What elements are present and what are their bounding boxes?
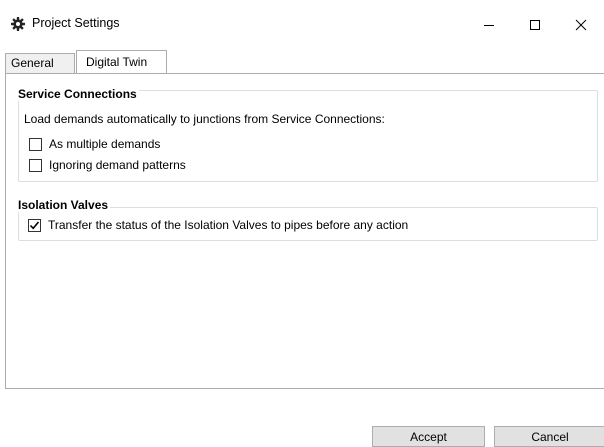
gear-icon [11,17,25,31]
window-title: Project Settings [32,16,120,30]
service-connections-header: Service Connections [16,87,139,101]
maximize-button[interactable] [512,10,558,40]
ignoring-demand-patterns-checkbox[interactable] [29,158,42,172]
transfer-status-checkbox[interactable] [28,218,41,232]
accept-button[interactable]: Accept [372,426,485,447]
as-multiple-demands-option[interactable]: As multiple demands [29,137,160,151]
maximize-icon [530,20,540,30]
checkmark-icon [29,220,40,229]
isolation-valves-header: Isolation Valves [16,198,111,212]
tab-digital-twin[interactable]: Digital Twin [76,50,167,74]
transfer-status-label: Transfer the status of the Isolation Val… [48,218,409,232]
as-multiple-demands-checkbox[interactable] [29,137,42,151]
close-button[interactable] [558,10,604,40]
tab-strip: General Digital Twin [0,50,604,74]
minimize-button[interactable] [466,10,512,40]
transfer-status-option[interactable]: Transfer the status of the Isolation Val… [28,218,408,232]
close-icon [575,19,587,31]
title-bar: Project Settings [0,0,604,47]
ignoring-demand-patterns-option[interactable]: Ignoring demand patterns [29,158,186,172]
minimize-icon [484,25,494,26]
tab-general[interactable]: General [5,53,75,74]
cancel-button[interactable]: Cancel [494,426,604,447]
ignoring-demand-patterns-label: Ignoring demand patterns [49,158,186,172]
as-multiple-demands-label: As multiple demands [49,137,161,151]
service-connections-description: Load demands automatically to junctions … [24,112,385,126]
